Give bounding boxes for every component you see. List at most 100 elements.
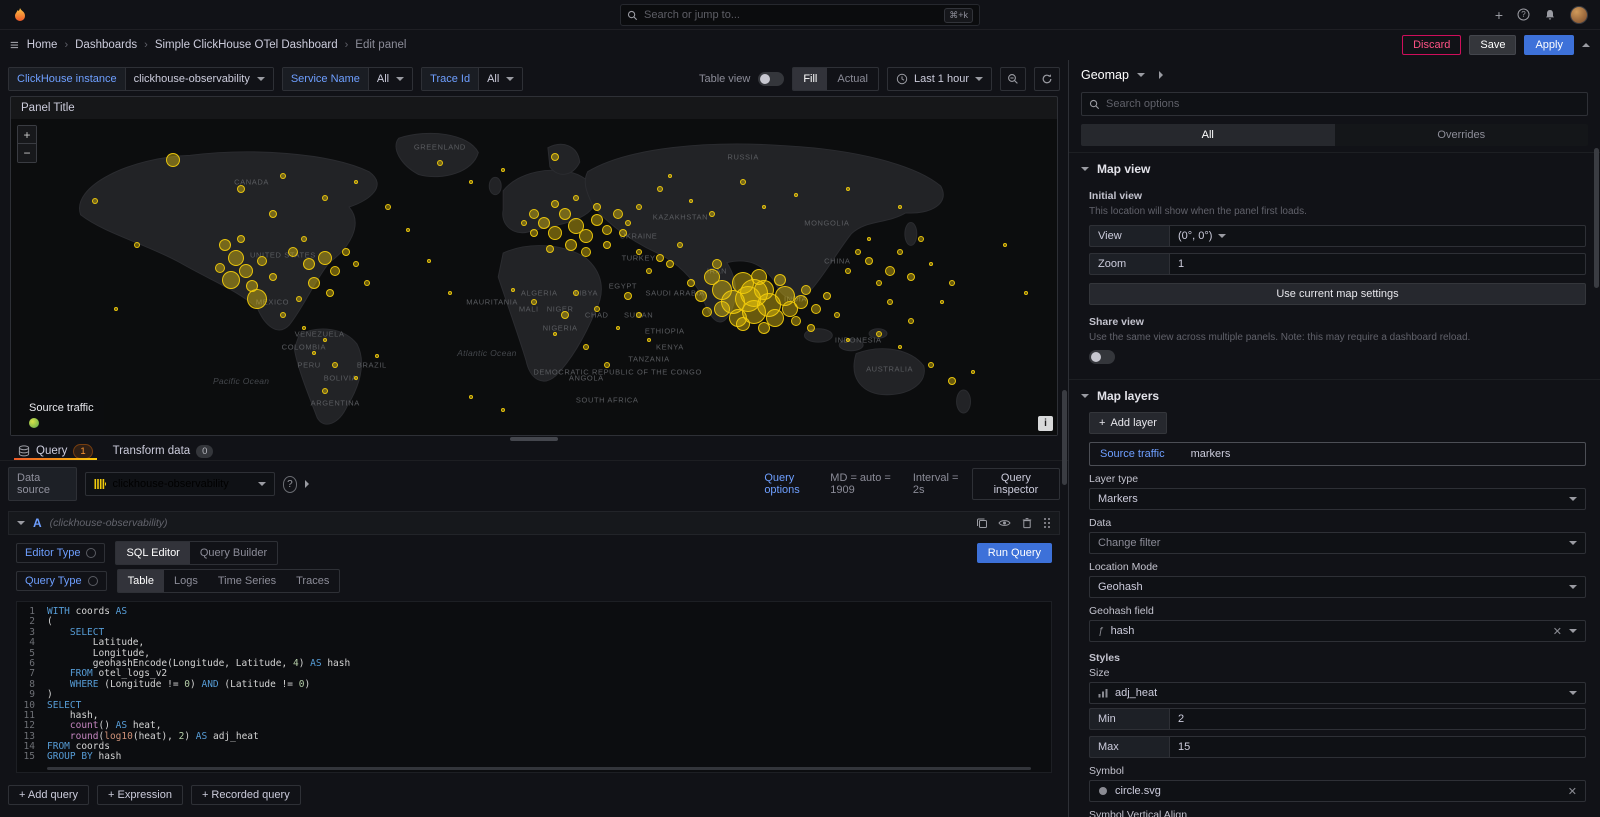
sql-code[interactable]: 1WITH coords AS2(3 SELECT4 Latitude,5 Lo… (16, 601, 1052, 773)
tab-all[interactable]: All (1081, 124, 1335, 146)
map-attribution-icon[interactable]: i (1038, 416, 1053, 431)
add-query-button[interactable]: + Add query (8, 785, 89, 805)
delete-query-icon[interactable] (1021, 517, 1033, 529)
fill-option[interactable]: Fill (793, 68, 827, 90)
datasource-help-icon[interactable]: ? (283, 476, 298, 493)
drag-handle-icon[interactable] (1043, 517, 1051, 529)
share-view-toggle[interactable] (1089, 350, 1115, 364)
duplicate-query-icon[interactable] (976, 517, 988, 529)
variable-trace-id[interactable]: Trace Id All (421, 67, 523, 91)
zoom-input[interactable] (1178, 258, 1577, 270)
tab-overrides[interactable]: Overrides (1335, 124, 1589, 146)
zoom-out-time-icon[interactable] (1000, 67, 1026, 91)
data-select[interactable]: Change filter (1089, 532, 1586, 554)
global-search-input[interactable] (644, 9, 938, 21)
run-query-button[interactable]: Run Query (977, 543, 1052, 563)
save-button[interactable]: Save (1469, 35, 1516, 55)
query-ref-id[interactable]: A (33, 516, 42, 530)
time-range-value: Last 1 hour (914, 73, 969, 85)
query-inspector-button[interactable]: Query inspector (972, 468, 1060, 500)
symbol-label: Symbol (1089, 765, 1586, 777)
map-view-body: Initial view This location will show whe… (1069, 190, 1600, 373)
view-select[interactable]: (0°, 0°) (1169, 225, 1586, 247)
database-icon (18, 445, 30, 457)
hide-query-icon[interactable] (998, 517, 1011, 529)
options-search-input[interactable] (1106, 98, 1580, 110)
variable-clickhouse-instance[interactable]: ClickHouse instance clickhouse-observabi… (8, 67, 274, 91)
min-input[interactable] (1178, 713, 1577, 725)
code-hscrollbar[interactable] (47, 767, 1031, 770)
min-input-wrap[interactable] (1169, 708, 1586, 730)
add-expression-button[interactable]: + Expression (97, 785, 183, 805)
variable-label: Service Name (283, 68, 369, 90)
share-view-description: Use the same view across multiple panels… (1089, 331, 1586, 345)
bell-icon[interactable] (1544, 9, 1556, 21)
geomap-canvas[interactable]: CANADARUSSIAGREENLANDUNITED STATESMEXICO… (11, 119, 1057, 435)
layer-type-select[interactable]: Markers (1089, 488, 1586, 510)
menu-toggle-icon[interactable]: ≡ (10, 37, 19, 54)
sql-editor-option[interactable]: SQL Editor (116, 542, 189, 564)
actual-option[interactable]: Actual (827, 68, 878, 90)
options-scrollbar[interactable] (1594, 148, 1599, 288)
refresh-icon[interactable] (1034, 67, 1060, 91)
layer-name[interactable]: Source traffic (1100, 448, 1165, 460)
symbol-value: circle.svg (1115, 785, 1561, 797)
breadcrumb-dashboard-name[interactable]: Simple ClickHouse OTel Dashboard (155, 39, 338, 51)
query-type-logs[interactable]: Logs (164, 570, 208, 592)
geohash-field-value: hash (1111, 625, 1546, 637)
use-current-map-settings-button[interactable]: Use current map settings (1089, 283, 1586, 305)
max-input-wrap[interactable] (1169, 736, 1586, 758)
min-label: Min (1089, 708, 1169, 730)
query-options-toggle[interactable]: Query options MD = auto = 1909 Interval … (305, 472, 964, 496)
breadcrumb-home[interactable]: Home (27, 39, 58, 51)
collapse-pane-icon[interactable] (1159, 71, 1600, 79)
add-icon[interactable]: + (1495, 7, 1503, 23)
layer-row-source-traffic[interactable]: Source traffic markers (1089, 442, 1586, 466)
geohash-field-select[interactable]: ƒ hash ✕ (1089, 620, 1586, 642)
clear-icon[interactable]: ✕ (1568, 785, 1577, 798)
symbol-select[interactable]: circle.svg ✕ (1089, 780, 1586, 802)
query-builder-option[interactable]: Query Builder (190, 542, 277, 564)
table-view-toggle[interactable] (758, 72, 784, 86)
variable-service-name[interactable]: Service Name All (282, 67, 413, 91)
zoom-input-wrap[interactable] (1169, 253, 1586, 275)
query-type-table[interactable]: Table (118, 570, 164, 592)
grafana-logo-icon[interactable] (12, 7, 28, 23)
apply-button[interactable]: Apply (1524, 35, 1574, 55)
size-field-select[interactable]: adj_heat (1089, 682, 1586, 704)
add-recorded-query-button[interactable]: + Recorded query (191, 785, 301, 805)
datasource-picker[interactable]: clickhouse-observability (85, 472, 275, 496)
circle-symbol-icon (1098, 786, 1108, 796)
left-scrollbar[interactable] (1062, 390, 1067, 485)
options-search[interactable] (1081, 92, 1588, 116)
tab-transform-data[interactable]: Transform data 0 (103, 442, 224, 460)
chevron-down-icon (1218, 234, 1226, 238)
map-zoom-out-button[interactable]: − (18, 144, 36, 162)
map-zoom-in-button[interactable]: + (18, 126, 36, 144)
gauge-icon (1098, 688, 1108, 698)
help-icon[interactable]: ? (1517, 8, 1530, 21)
global-search[interactable]: ⌘+k (620, 4, 980, 26)
transform-count-badge: 0 (196, 445, 213, 458)
query-type-timeseries[interactable]: Time Series (208, 570, 286, 592)
query-datasource-hint: (clickhouse-observability) (50, 517, 168, 529)
resize-grip[interactable] (510, 437, 558, 441)
section-map-layers[interactable]: Map layers (1069, 379, 1600, 410)
discard-button[interactable]: Discard (1402, 35, 1461, 55)
collapse-up-icon[interactable] (1582, 43, 1590, 47)
section-map-view[interactable]: Map view (1069, 152, 1600, 183)
size-label: Size (1089, 667, 1586, 679)
breadcrumb-dashboards[interactable]: Dashboards (75, 39, 137, 51)
data-value: Change filter (1098, 537, 1562, 549)
time-range-picker[interactable]: Last 1 hour (887, 67, 992, 91)
query-actions-row: + Add query + Expression + Recorded quer… (0, 773, 1068, 817)
tab-query[interactable]: Query 1 (8, 442, 103, 460)
chevron-down-icon[interactable] (1137, 73, 1145, 77)
query-type-traces[interactable]: Traces (286, 570, 339, 592)
clear-icon[interactable]: ✕ (1553, 625, 1562, 638)
max-input[interactable] (1178, 741, 1577, 753)
collapse-query-icon[interactable] (17, 521, 25, 525)
user-avatar[interactable] (1570, 6, 1588, 24)
add-layer-button[interactable]: + Add layer (1089, 412, 1167, 434)
location-mode-select[interactable]: Geohash (1089, 576, 1586, 598)
